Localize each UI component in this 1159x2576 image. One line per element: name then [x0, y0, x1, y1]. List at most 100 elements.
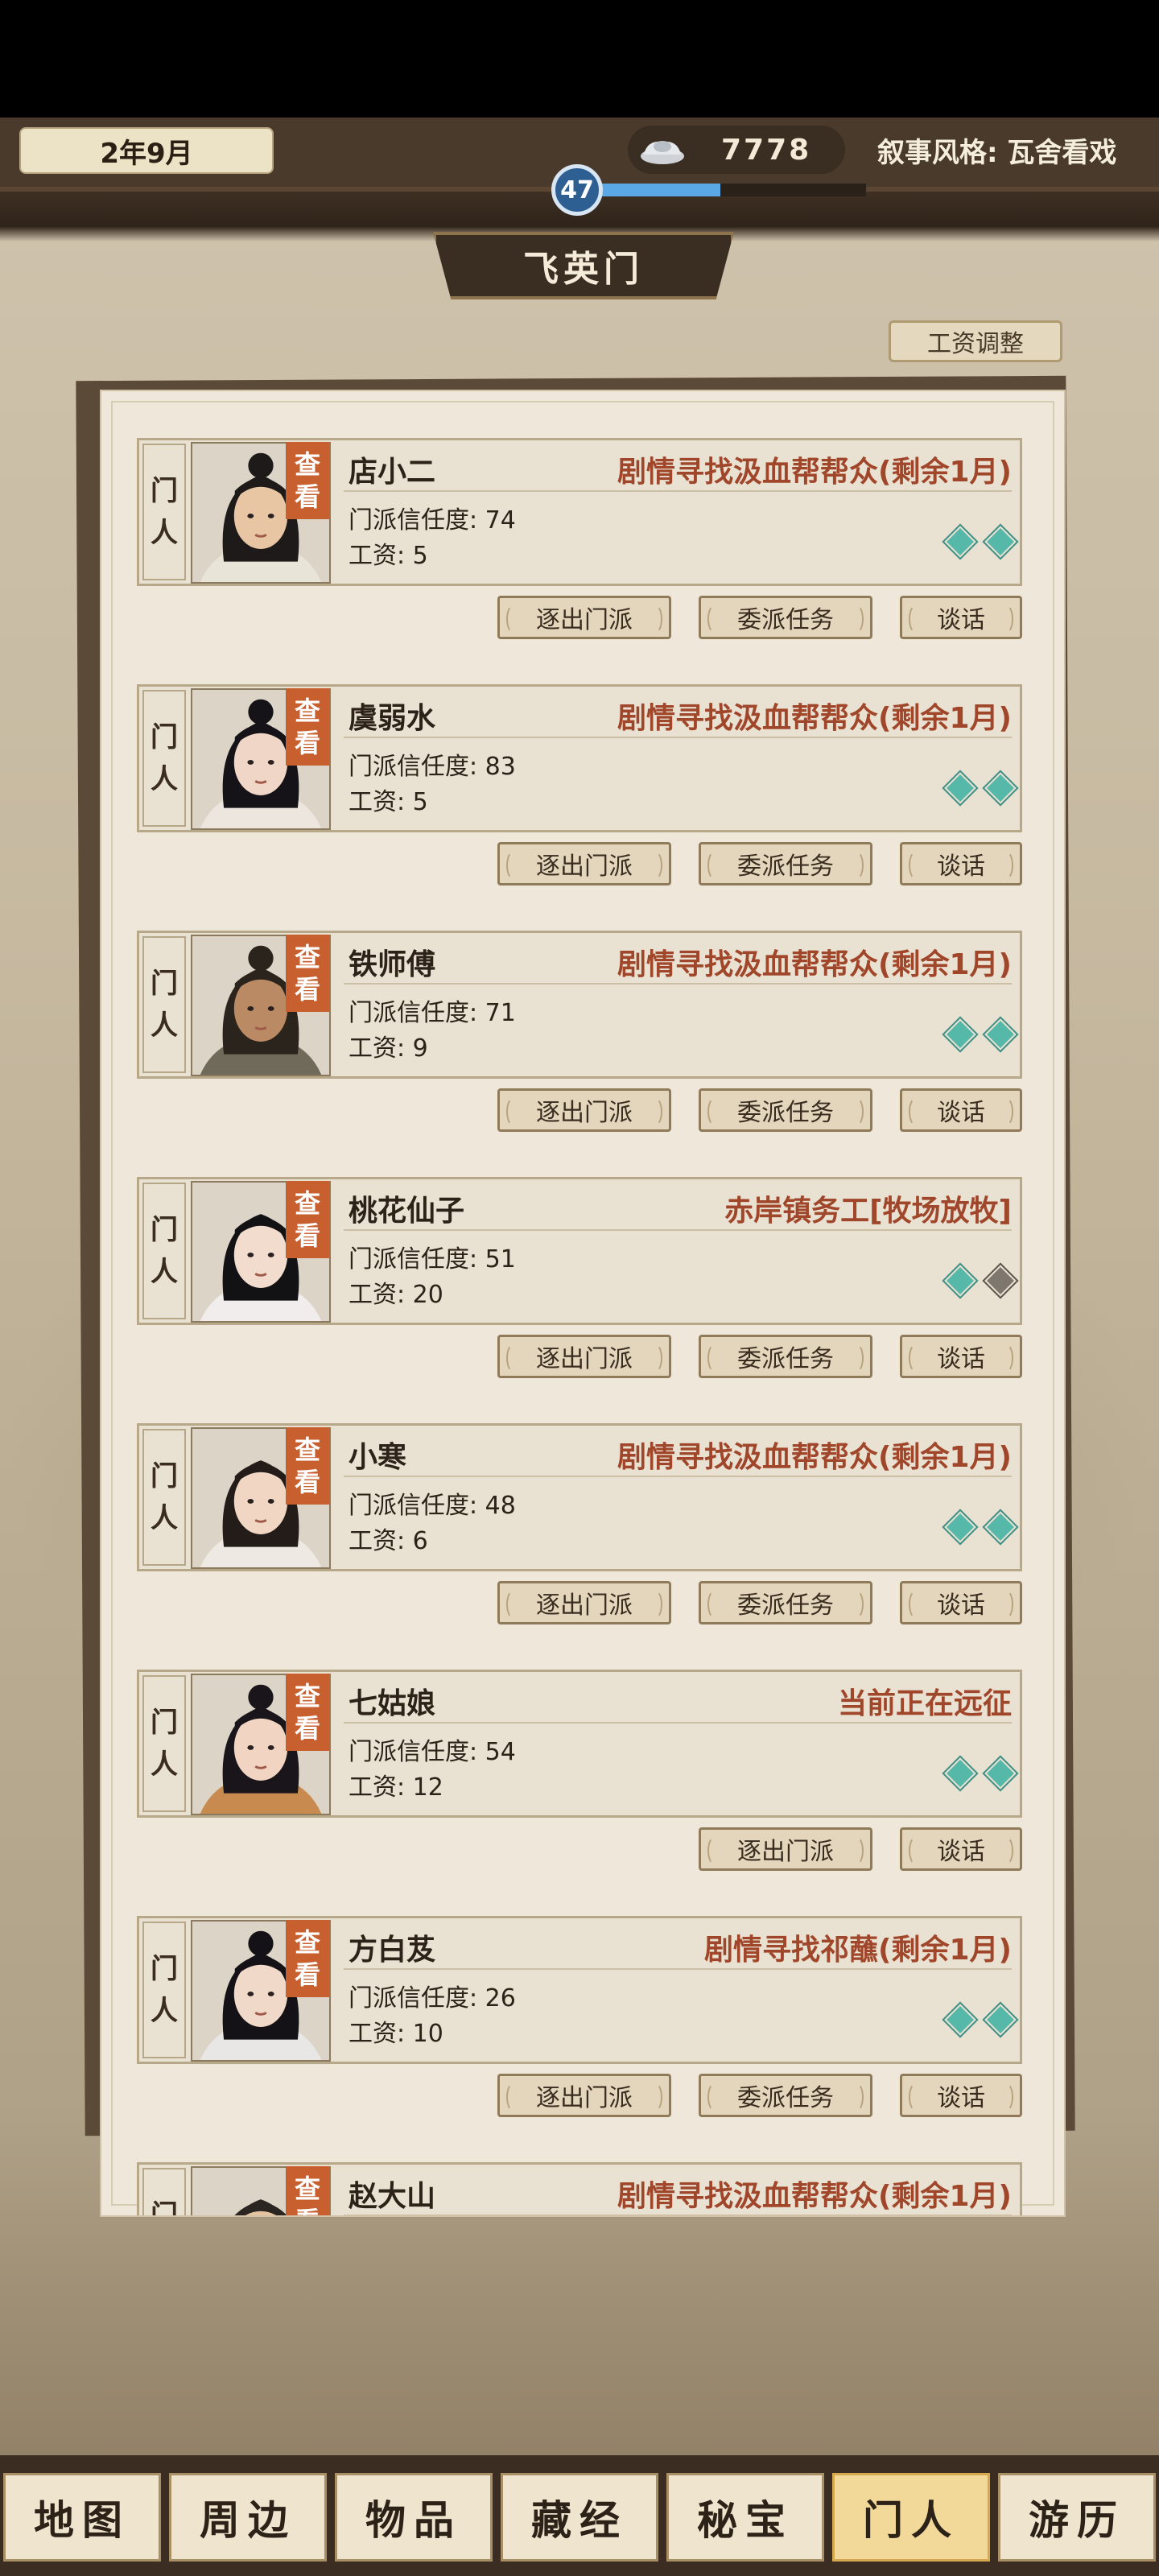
nav-tab[interactable]: 物品	[335, 2473, 493, 2562]
view-label-bottom: 看	[294, 1713, 320, 1744]
member-type-tag: 门人	[142, 444, 186, 580]
xp-bar	[600, 184, 866, 196]
view-label-bottom: 看	[294, 1959, 320, 1990]
row-divider	[344, 1476, 1012, 1477]
row-divider	[344, 1722, 1012, 1724]
member-card: 门人查看店小二 剧情寻找汲血帮帮众(剩余1月) 门派信任度: 74 工资: 5 谈话 委派…	[137, 438, 1022, 684]
member-name: 小寒	[349, 1441, 407, 1474]
talk-button[interactable]: 谈话	[900, 596, 1022, 639]
member-row[interactable]: 门人查看小寒 剧情寻找汲血帮帮众(剩余1月) 门派信任度: 48 工资: 6	[137, 1423, 1022, 1571]
member-name: 铁师傅	[349, 948, 436, 981]
nav-tab[interactable]: 门人	[832, 2473, 990, 2562]
silver-counter: 7778	[628, 126, 845, 174]
member-type-tag: 门人	[142, 2168, 186, 2215]
talk-button[interactable]: 谈话	[900, 1827, 1022, 1871]
trust-label: 门派信任度:	[349, 1492, 485, 1520]
expel-button[interactable]: 逐出门派	[497, 842, 671, 886]
row-divider	[344, 490, 1012, 492]
assign-button[interactable]: 委派任务	[699, 1088, 872, 1132]
narrative-style-label[interactable]: 叙事风格: 瓦舍看戏	[877, 130, 1116, 170]
wage-line: 工资: 10	[349, 2013, 443, 2049]
trait-gem-icon	[944, 526, 976, 558]
nav-tab[interactable]: 秘宝	[666, 2473, 824, 2562]
talk-button[interactable]: 谈话	[900, 2074, 1022, 2117]
member-type-bottom: 人	[151, 1995, 178, 2027]
expel-button[interactable]: 逐出门派	[497, 596, 671, 639]
member-name: 赵大山	[349, 2180, 436, 2213]
view-label-bottom: 看	[294, 481, 320, 512]
view-button[interactable]: 查看	[286, 1427, 329, 1505]
view-button[interactable]: 查看	[286, 2166, 329, 2215]
view-button[interactable]: 查看	[286, 688, 329, 766]
wage-label: 工资:	[349, 542, 413, 570]
nav-tab[interactable]: 周边	[169, 2473, 327, 2562]
member-row[interactable]: 门人查看桃花仙子 赤岸镇务工[牧场放牧] 门派信任度: 51 工资: 20	[137, 1177, 1022, 1325]
view-button[interactable]: 查看	[286, 1181, 329, 1258]
talk-button[interactable]: 谈话	[900, 1088, 1022, 1132]
view-button[interactable]: 查看	[286, 1920, 329, 1997]
assign-button[interactable]: 委派任务	[699, 1581, 872, 1624]
member-type-top: 门	[151, 968, 178, 1000]
assign-button[interactable]: 委派任务	[699, 596, 872, 639]
member-status: 赤岸镇务工[牧场放牧]	[724, 1195, 1012, 1228]
expel-button[interactable]: 逐出门派	[497, 1088, 671, 1132]
wage-value: 6	[412, 1527, 428, 1555]
talk-button[interactable]: 谈话	[900, 842, 1022, 886]
wage-line: 工资: 5	[349, 535, 428, 571]
trust-value: 71	[485, 999, 516, 1027]
nav-tab[interactable]: 地图	[3, 2473, 161, 2562]
member-type-top: 门	[151, 1953, 178, 1985]
expel-button[interactable]: 逐出门派	[497, 2074, 671, 2117]
member-name: 方白芨	[349, 1934, 436, 1967]
member-type-bottom: 人	[151, 1009, 178, 1042]
assign-button[interactable]: 委派任务	[699, 842, 872, 886]
member-row[interactable]: 门人查看铁师傅 剧情寻找汲血帮帮众(剩余1月) 门派信任度: 71 工资: 9	[137, 931, 1022, 1079]
trait-gem-icon	[944, 772, 976, 804]
talk-button[interactable]: 谈话	[900, 1581, 1022, 1624]
trust-value: 48	[485, 1492, 516, 1520]
view-button[interactable]: 查看	[286, 935, 329, 1012]
view-label-top: 查	[294, 696, 320, 726]
trust-value: 83	[485, 753, 516, 781]
view-label-bottom: 看	[295, 2205, 320, 2215]
wage-value: 5	[412, 542, 428, 570]
assign-button[interactable]: 委派任务	[699, 2074, 872, 2117]
trust-value: 26	[485, 1984, 516, 2013]
member-type-bottom: 人	[151, 763, 178, 795]
view-label-top: 查	[294, 1927, 320, 1958]
trait-gem-icon	[944, 2004, 976, 2036]
expel-button[interactable]: 逐出门派	[699, 1827, 872, 1871]
trait-gem-icon	[984, 1265, 1017, 1297]
member-card: 门人查看桃花仙子 赤岸镇务工[牧场放牧] 门派信任度: 51 工资: 20 谈话 委派任务…	[137, 1177, 1022, 1423]
view-label-bottom: 看	[294, 974, 320, 1005]
member-type-top: 门	[151, 1460, 178, 1492]
expel-button[interactable]: 逐出门派	[497, 1335, 671, 1378]
member-row[interactable]: 门人查看虞弱水 剧情寻找汲血帮帮众(剩余1月) 门派信任度: 83 工资: 5	[137, 684, 1022, 832]
wage-label: 工资:	[349, 1773, 413, 1802]
member-type-tag: 门人	[142, 1675, 186, 1812]
view-button[interactable]: 查看	[286, 1674, 329, 1751]
talk-button[interactable]: 谈话	[900, 1335, 1022, 1378]
member-row[interactable]: 门人查看方白芨 剧情寻找祁蘸(剩余1月) 门派信任度: 26 工资: 10	[137, 1916, 1022, 2064]
member-status: 剧情寻找汲血帮帮众(剩余1月)	[617, 948, 1012, 981]
trust-label: 门派信任度:	[349, 1984, 485, 2013]
member-row[interactable]: 门人查看店小二 剧情寻找汲血帮帮众(剩余1月) 门派信任度: 74 工资: 5	[137, 438, 1022, 586]
wage-label: 工资:	[349, 1527, 413, 1555]
assign-button[interactable]: 委派任务	[699, 1335, 872, 1378]
view-label-top: 查	[294, 1188, 320, 1219]
disciple-list-panel[interactable]: 门人查看店小二 剧情寻找汲血帮帮众(剩余1月) 门派信任度: 74 工资: 5 谈话 委派…	[100, 390, 1066, 2217]
member-status: 剧情寻找汲血帮帮众(剩余1月)	[617, 702, 1012, 735]
member-status: 剧情寻找汲血帮帮众(剩余1月)	[617, 2180, 1012, 2213]
member-type-tag: 门人	[142, 690, 186, 827]
view-button[interactable]: 查看	[286, 442, 329, 519]
row-divider	[344, 983, 1012, 985]
trait-gem-icon	[944, 1265, 976, 1297]
member-row[interactable]: 门人 查看赵大山 剧情寻找汲血帮帮众(剩余1月)	[137, 2162, 1022, 2215]
nav-tab[interactable]: 藏经	[501, 2473, 658, 2562]
wage-adjust-button[interactable]: 工资调整	[889, 320, 1062, 362]
wage-label: 工资:	[349, 788, 413, 816]
member-row[interactable]: 门人查看七姑娘 当前正在远征 门派信任度: 54 工资: 12	[137, 1670, 1022, 1818]
trait-gem-icon	[984, 1018, 1017, 1051]
expel-button[interactable]: 逐出门派	[497, 1581, 671, 1624]
nav-tab[interactable]: 游历	[998, 2473, 1156, 2562]
